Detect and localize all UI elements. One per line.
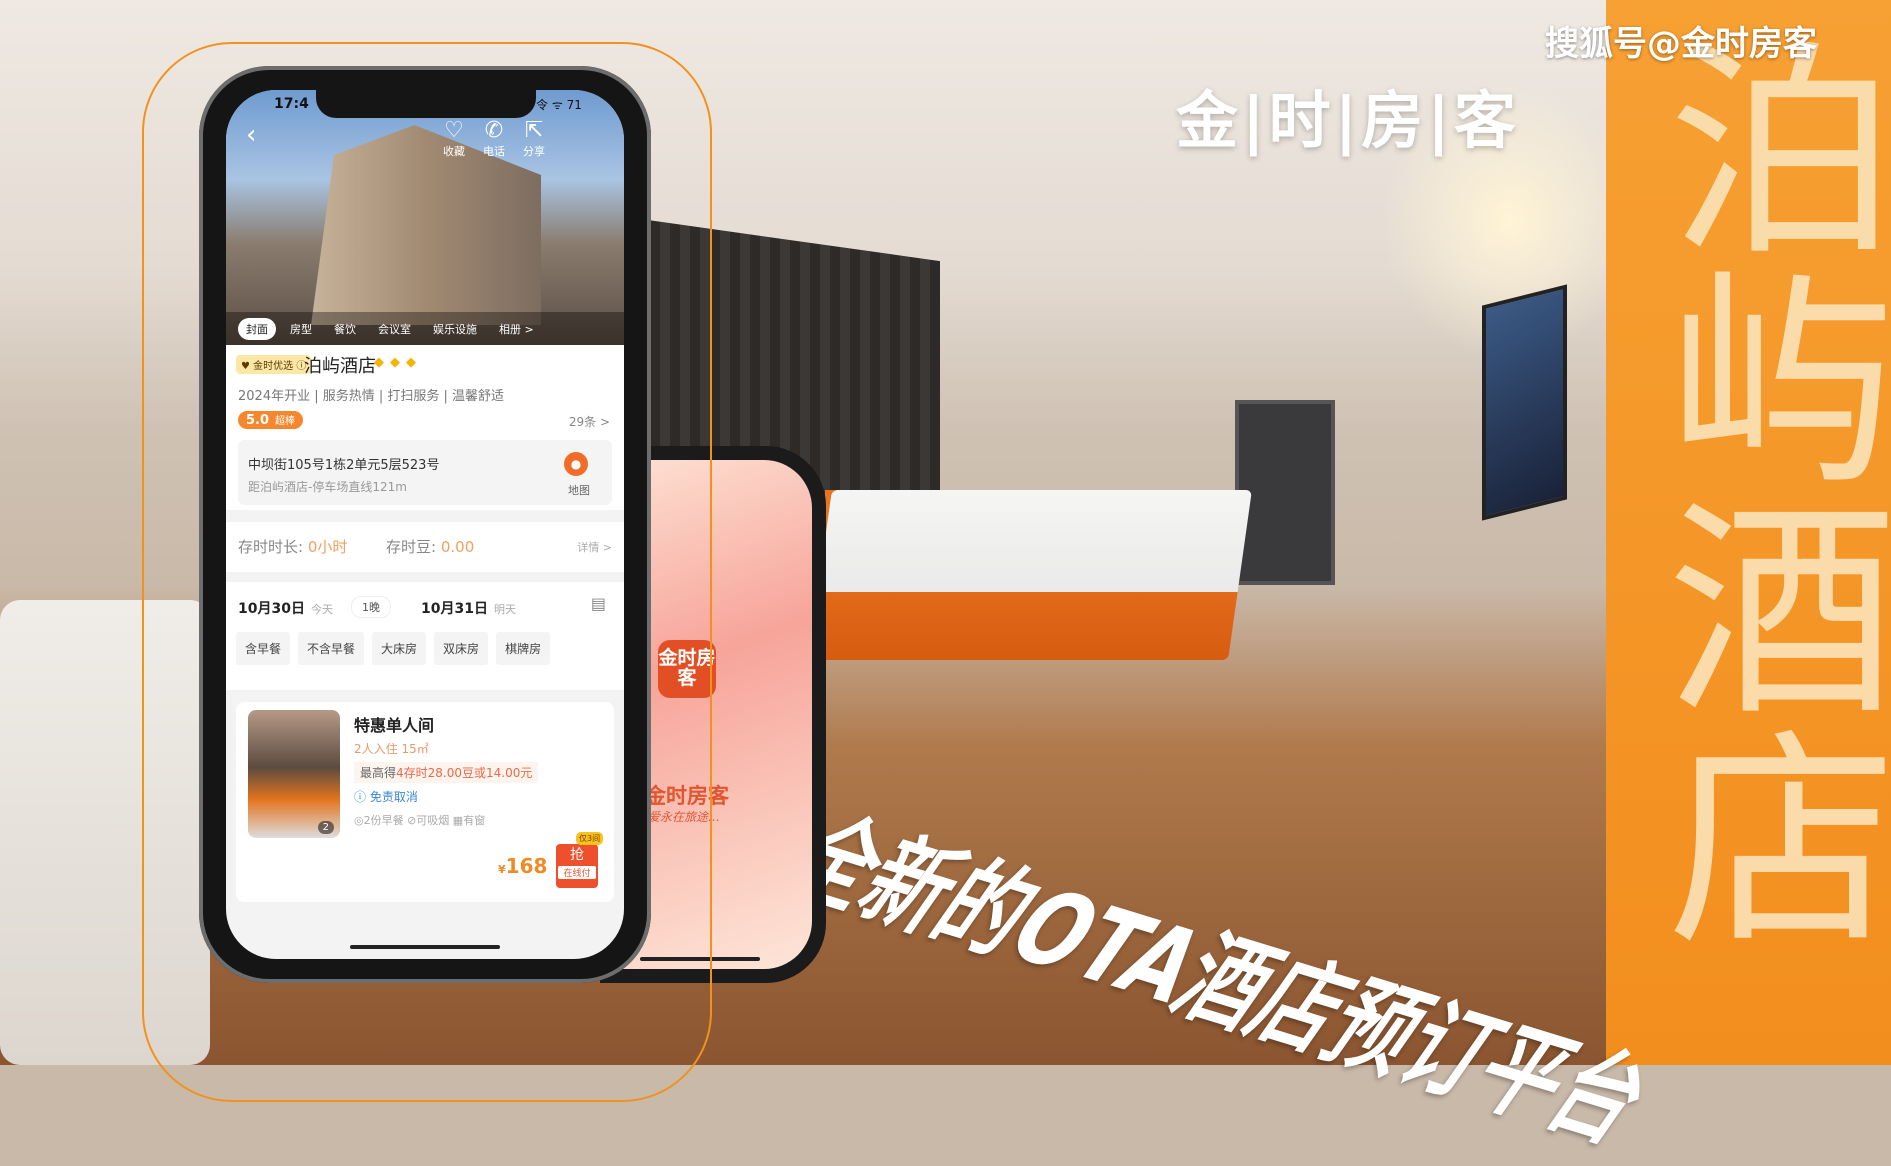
bed — [808, 490, 1252, 660]
watermark: 搜狐号@金时房客 — [1545, 24, 1817, 64]
brand-title: 金|时|房|客 — [1176, 84, 1520, 157]
wall-tv — [1482, 284, 1567, 521]
vertical-hotel-title: 泊屿酒店 — [1628, 30, 1891, 950]
orange-frame-outline — [142, 42, 712, 1102]
